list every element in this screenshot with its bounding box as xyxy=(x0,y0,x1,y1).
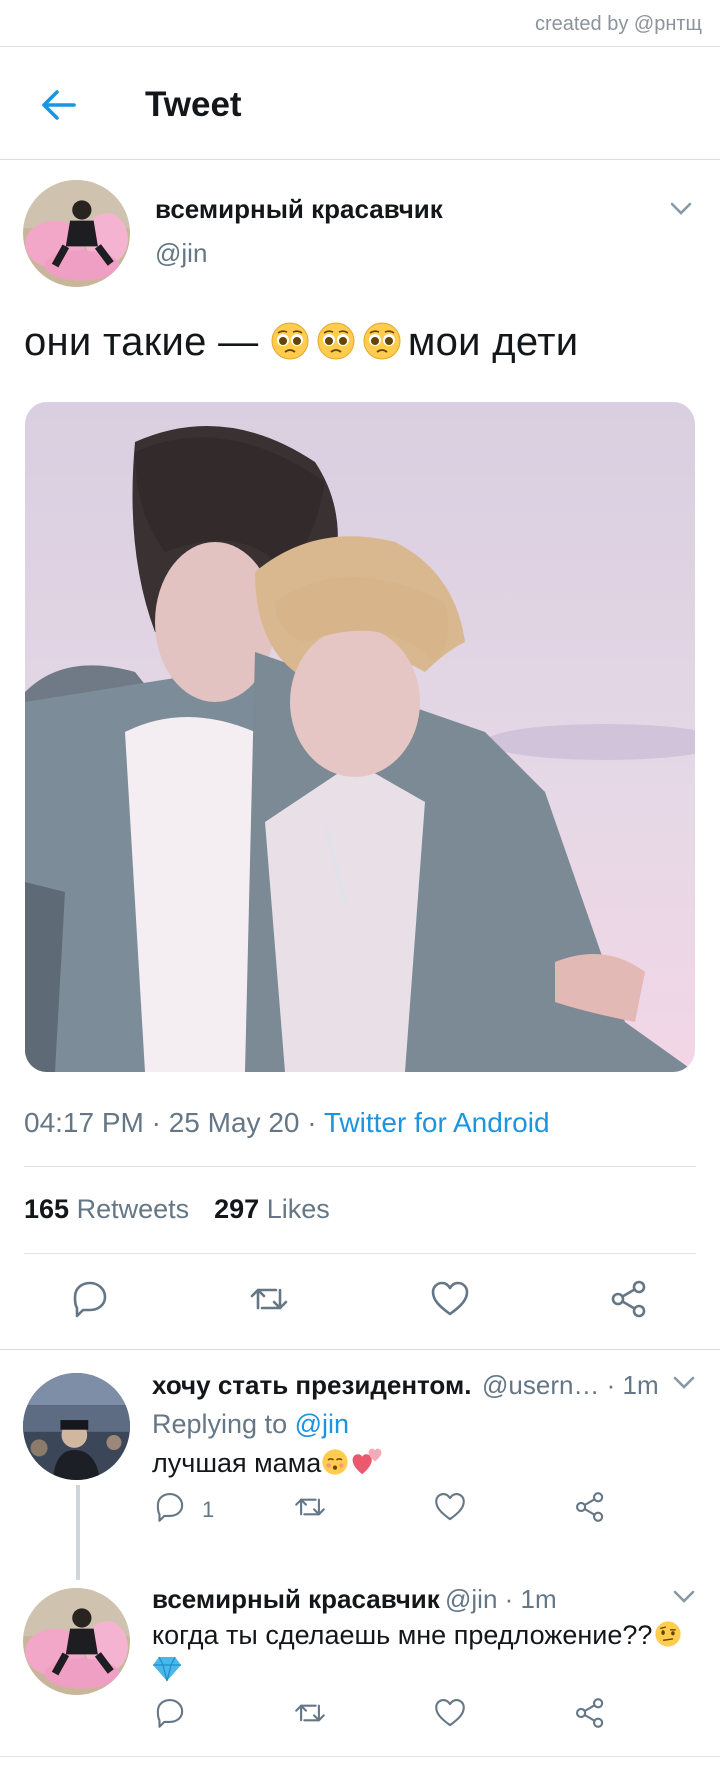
retweet-icon[interactable] xyxy=(293,1490,327,1524)
like-icon[interactable] xyxy=(433,1490,467,1524)
retweets-label: Retweets xyxy=(76,1194,190,1224)
creator-credit: created by @рнтщ xyxy=(0,0,720,47)
divider xyxy=(0,1349,720,1350)
thread-line xyxy=(76,1485,80,1580)
tweet-timestamp: 04:17 PM · 25 May 20 · xyxy=(24,1107,324,1138)
chevron-down-icon[interactable] xyxy=(673,1590,695,1604)
retweet-icon[interactable] xyxy=(248,1278,290,1320)
back-arrow-icon[interactable] xyxy=(38,85,78,125)
reply-icon[interactable] xyxy=(69,1278,111,1320)
divider xyxy=(0,1756,720,1757)
author-handle[interactable]: @jin xyxy=(155,238,207,269)
likes-count: 297 xyxy=(214,1194,260,1224)
engagement-stats: 165 Retweets 297 Likes xyxy=(24,1194,330,1225)
likes-label: Likes xyxy=(266,1194,330,1224)
reply-text-body: когда ты сделаешь мне предложение?? xyxy=(152,1620,653,1650)
top-bar: Tweet xyxy=(0,47,720,160)
creator-credit-text: created by @рнтщ xyxy=(534,13,702,35)
reply-text: когда ты сделаешь мне предложение?? xyxy=(152,1620,688,1651)
author-name[interactable]: всемирный красавчик xyxy=(155,194,443,225)
reply-avatar[interactable] xyxy=(23,1588,130,1695)
tweet-meta: 04:17 PM · 25 May 20 · Twitter for Andro… xyxy=(24,1107,550,1139)
divider xyxy=(24,1253,696,1254)
like-icon[interactable] xyxy=(433,1696,467,1730)
kissing-face-icon xyxy=(321,1448,349,1476)
page-title: Tweet xyxy=(145,85,242,124)
reply-author-name[interactable]: всемирный красавчик xyxy=(152,1584,440,1615)
share-icon[interactable] xyxy=(573,1490,607,1524)
tweet-text-end: мои дети xyxy=(407,320,579,364)
reply-icon[interactable] xyxy=(153,1490,187,1524)
retweets-count: 165 xyxy=(24,1194,70,1224)
reply-count: 1 xyxy=(202,1497,215,1522)
pleading-face-icon xyxy=(316,321,356,361)
reply-text: лучшая мама xyxy=(152,1447,389,1479)
gem-icon xyxy=(152,1655,182,1683)
replying-to-handle[interactable]: @jin xyxy=(295,1409,349,1439)
raised-eyebrow-face-icon xyxy=(654,1620,682,1648)
pleading-face-icon xyxy=(362,321,402,361)
likes-stat[interactable]: 297 Likes xyxy=(214,1194,330,1224)
tweet-source-link[interactable]: Twitter for Android xyxy=(324,1107,550,1138)
reply-author-name[interactable]: хочу стать президентом. xyxy=(152,1370,471,1401)
author-avatar[interactable] xyxy=(23,180,130,287)
tweet-photo[interactable] xyxy=(25,402,695,1072)
two-hearts-icon xyxy=(351,1447,383,1475)
reply-icon[interactable] xyxy=(153,1696,187,1730)
replying-to-prefix: Replying to xyxy=(152,1409,295,1439)
like-icon[interactable] xyxy=(429,1278,471,1320)
chevron-down-icon[interactable] xyxy=(670,202,692,216)
reply-avatar[interactable] xyxy=(23,1373,130,1480)
reply-author-handle[interactable]: @jin · 1m xyxy=(445,1584,557,1615)
share-icon[interactable] xyxy=(573,1696,607,1730)
reply-text-body: лучшая мама xyxy=(152,1447,322,1478)
divider xyxy=(24,1166,696,1167)
tweet-text-start: они такие — xyxy=(24,320,270,364)
replying-to: Replying to @jin xyxy=(152,1409,349,1440)
chevron-down-icon[interactable] xyxy=(673,1376,695,1390)
share-icon[interactable] xyxy=(608,1278,650,1320)
retweet-icon[interactable] xyxy=(293,1696,327,1730)
retweets-stat[interactable]: 165 Retweets xyxy=(24,1194,189,1224)
tweet-text: они такие — мои дети xyxy=(24,320,578,365)
reply-author-handle[interactable]: @usern… · 1m xyxy=(482,1370,659,1401)
pleading-face-icon xyxy=(270,321,310,361)
